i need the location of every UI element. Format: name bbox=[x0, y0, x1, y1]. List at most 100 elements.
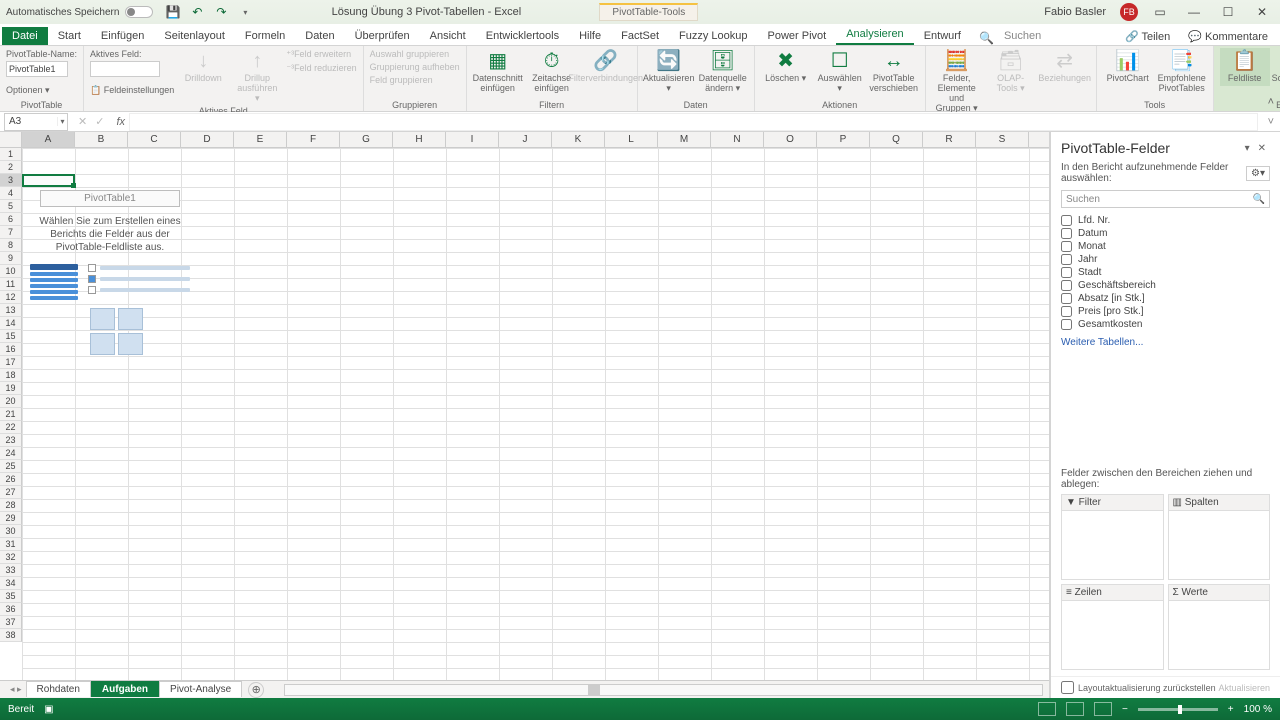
name-box[interactable]: A3▾ bbox=[4, 113, 68, 131]
field-checkbox[interactable] bbox=[1061, 280, 1072, 291]
row-header[interactable]: 22 bbox=[0, 421, 22, 434]
pivotchart-button[interactable]: 📊PivotChart bbox=[1103, 48, 1153, 86]
tab-fuzzy[interactable]: Fuzzy Lookup bbox=[669, 27, 757, 45]
user-avatar[interactable]: FB bbox=[1120, 3, 1138, 21]
maximize-icon[interactable]: ☐ bbox=[1216, 2, 1240, 22]
filter-drop-zone[interactable]: ▼ Filter bbox=[1061, 494, 1164, 580]
row-header[interactable]: 37 bbox=[0, 616, 22, 629]
save-icon[interactable]: 💾 bbox=[165, 4, 181, 20]
minimize-icon[interactable]: ― bbox=[1182, 2, 1206, 22]
fields-items-button[interactable]: 🧮Felder, Elementeund Gruppen ▾ bbox=[932, 48, 982, 116]
row-header[interactable]: 26 bbox=[0, 473, 22, 486]
pane-layout-icon[interactable]: ⚙▾ bbox=[1246, 166, 1270, 181]
row-header[interactable]: 9 bbox=[0, 252, 22, 265]
row-header[interactable]: 20 bbox=[0, 395, 22, 408]
row-header[interactable]: 5 bbox=[0, 200, 22, 213]
add-sheet-button[interactable]: ⊕ bbox=[248, 682, 264, 698]
insert-timeline-button[interactable]: ⏱Zeitachseeinfügen bbox=[527, 48, 577, 96]
row-header[interactable]: 11 bbox=[0, 278, 22, 291]
row-header[interactable]: 36 bbox=[0, 603, 22, 616]
row-header[interactable]: 12 bbox=[0, 291, 22, 304]
defer-layout-checkbox[interactable] bbox=[1061, 681, 1074, 694]
col-header[interactable]: G bbox=[340, 132, 393, 147]
row-header[interactable]: 14 bbox=[0, 317, 22, 330]
more-tables-link[interactable]: Weitere Tabellen... bbox=[1051, 331, 1280, 354]
macro-record-icon[interactable]: ▣ bbox=[44, 704, 53, 715]
row-header[interactable]: 15 bbox=[0, 330, 22, 343]
row-header[interactable]: 27 bbox=[0, 486, 22, 499]
field-item[interactable]: Preis [pro Stk.] bbox=[1061, 305, 1270, 318]
comments-button[interactable]: 💬 Kommentare bbox=[1180, 28, 1276, 45]
col-header[interactable]: A bbox=[22, 132, 75, 147]
share-button[interactable]: 🔗 Teilen bbox=[1117, 28, 1178, 45]
col-header[interactable]: J bbox=[499, 132, 552, 147]
row-header[interactable]: 13 bbox=[0, 304, 22, 317]
row-header[interactable]: 4 bbox=[0, 187, 22, 200]
field-search-input[interactable]: Suchen🔍 bbox=[1061, 190, 1270, 208]
field-item[interactable]: Geschäftsbereich bbox=[1061, 279, 1270, 292]
user-name[interactable]: Fabio Basler bbox=[1044, 6, 1106, 18]
field-checkbox[interactable] bbox=[1061, 215, 1072, 226]
row-header[interactable]: 24 bbox=[0, 447, 22, 460]
move-pt-button[interactable]: ↔PivotTableverschieben bbox=[869, 48, 919, 96]
field-list-toggle[interactable]: 📋Feldliste bbox=[1220, 48, 1270, 86]
grid-area[interactable]: 1234567891011121314151617181920212223242… bbox=[0, 148, 1049, 680]
tell-me[interactable]: Suchen bbox=[994, 27, 1051, 45]
row-header[interactable]: 8 bbox=[0, 239, 22, 252]
row-header[interactable]: 35 bbox=[0, 590, 22, 603]
pt-options-button[interactable]: Optionen ▾ bbox=[6, 84, 50, 97]
qat-dropdown-icon[interactable]: ▾ bbox=[237, 4, 253, 20]
row-header[interactable]: 7 bbox=[0, 226, 22, 239]
field-item[interactable]: Gesamtkosten bbox=[1061, 318, 1270, 331]
row-header[interactable]: 34 bbox=[0, 577, 22, 590]
field-checkbox[interactable] bbox=[1061, 306, 1072, 317]
formula-input[interactable] bbox=[129, 113, 1258, 131]
autosave-toggle[interactable]: Automatisches Speichern bbox=[6, 6, 153, 18]
sheet-nav[interactable]: ◂ ▸ bbox=[6, 684, 26, 695]
rows-drop-zone[interactable]: ≡ Zeilen bbox=[1061, 584, 1164, 670]
field-item[interactable]: Stadt bbox=[1061, 266, 1270, 279]
row-header[interactable]: 38 bbox=[0, 629, 22, 642]
tab-start[interactable]: Start bbox=[48, 27, 91, 45]
tab-powerpivot[interactable]: Power Pivot bbox=[758, 27, 837, 45]
col-header[interactable]: M bbox=[658, 132, 711, 147]
row-header[interactable]: 28 bbox=[0, 499, 22, 512]
values-drop-zone[interactable]: Σ Werte bbox=[1168, 584, 1271, 670]
pane-close-icon[interactable]: ✕ bbox=[1254, 143, 1270, 154]
search-icon[interactable]: 🔍 bbox=[979, 31, 994, 45]
redo-icon[interactable]: ↷ bbox=[213, 4, 229, 20]
buttons-toggle[interactable]: ⊞Schaltflächen bbox=[1274, 48, 1280, 86]
col-header[interactable]: E bbox=[234, 132, 287, 147]
zoom-slider[interactable] bbox=[1138, 708, 1218, 711]
col-header[interactable]: P bbox=[817, 132, 870, 147]
row-header[interactable]: 6 bbox=[0, 213, 22, 226]
recommended-pt-button[interactable]: 📑EmpfohlenePivotTables bbox=[1157, 48, 1207, 96]
row-header[interactable]: 16 bbox=[0, 343, 22, 356]
row-header[interactable]: 2 bbox=[0, 161, 22, 174]
row-header[interactable]: 10 bbox=[0, 265, 22, 278]
col-header[interactable]: B bbox=[75, 132, 128, 147]
field-checkbox[interactable] bbox=[1061, 319, 1072, 330]
field-checkbox[interactable] bbox=[1061, 228, 1072, 239]
page-break-view-icon[interactable] bbox=[1094, 702, 1112, 716]
sheet-tab[interactable]: Pivot-Analyse bbox=[159, 681, 242, 697]
sheet-tab[interactable]: Rohdaten bbox=[26, 681, 91, 697]
field-item[interactable]: Lfd. Nr. bbox=[1061, 214, 1270, 227]
col-header[interactable]: H bbox=[393, 132, 446, 147]
ribbon-display-icon[interactable]: ▭ bbox=[1148, 2, 1172, 22]
clear-button[interactable]: ✖Löschen ▾ bbox=[761, 48, 811, 86]
col-header[interactable]: S bbox=[976, 132, 1029, 147]
tab-pagelayout[interactable]: Seitenlayout bbox=[154, 27, 235, 45]
col-header[interactable]: L bbox=[605, 132, 658, 147]
field-item[interactable]: Datum bbox=[1061, 227, 1270, 240]
pane-dropdown-icon[interactable]: ▾ bbox=[1241, 143, 1254, 154]
row-header[interactable]: 33 bbox=[0, 564, 22, 577]
tab-file[interactable]: Datei bbox=[2, 27, 48, 45]
pivot-placeholder[interactable]: PivotTable1 Wählen Sie zum Erstellen ein… bbox=[30, 190, 190, 355]
tab-view[interactable]: Ansicht bbox=[420, 27, 476, 45]
tab-developer[interactable]: Entwicklertools bbox=[476, 27, 569, 45]
tab-analyze[interactable]: Analysieren bbox=[836, 25, 913, 45]
col-header[interactable]: K bbox=[552, 132, 605, 147]
row-header[interactable]: 31 bbox=[0, 538, 22, 551]
row-header[interactable]: 21 bbox=[0, 408, 22, 421]
